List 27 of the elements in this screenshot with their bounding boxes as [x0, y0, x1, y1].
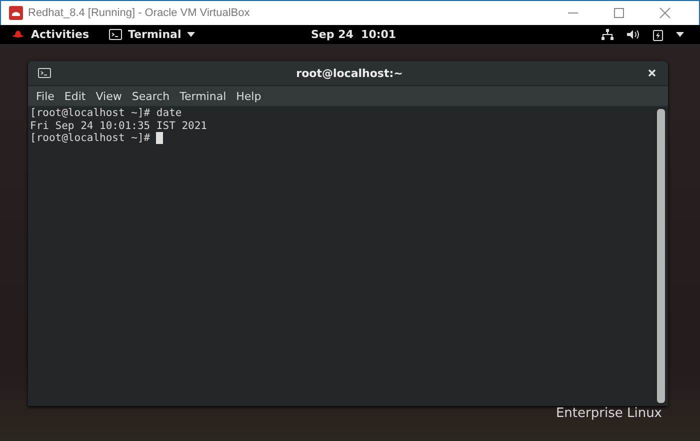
terminal-line: Fri Sep 24 10:01:35 IST 2021 [30, 120, 208, 132]
terminal-line: [root@localhost ~]# [30, 132, 152, 144]
app-menu-label: Terminal [128, 28, 182, 41]
window-title: Redhat_8.4 [Running] - Oracle VM VirtualBox [28, 7, 251, 19]
caret-icon[interactable] [676, 32, 684, 37]
maximize-icon[interactable] [613, 7, 625, 19]
terminal-line: [root@localhost ~]# date [30, 107, 182, 120]
volume-icon[interactable] [627, 29, 640, 40]
hat-icon [11, 30, 25, 39]
battery-icon[interactable] [653, 28, 663, 40]
window-title: root@localhost:~ [295, 66, 404, 80]
clock[interactable]: Sep 24 10:01 [311, 28, 396, 41]
menu-item[interactable]: Search [126, 90, 175, 102]
terminal-icon [38, 68, 51, 78]
menu-item[interactable]: Help [231, 90, 266, 102]
menu-item[interactable]: File [31, 90, 60, 102]
menu-item[interactable]: Terminal [174, 90, 232, 102]
menu-item[interactable]: Edit [59, 90, 91, 102]
menu-item[interactable]: View [90, 90, 127, 102]
app-menu[interactable]: Terminal [109, 28, 196, 41]
branding-text: Enterprise Linux [556, 406, 662, 421]
caret-icon [187, 32, 196, 37]
app-logo-icon [9, 6, 23, 20]
scrollbar-thumb[interactable] [657, 109, 665, 403]
activities-button[interactable]: Activities [31, 28, 90, 41]
terminal-icon [109, 29, 122, 40]
network-icon[interactable] [601, 29, 614, 40]
